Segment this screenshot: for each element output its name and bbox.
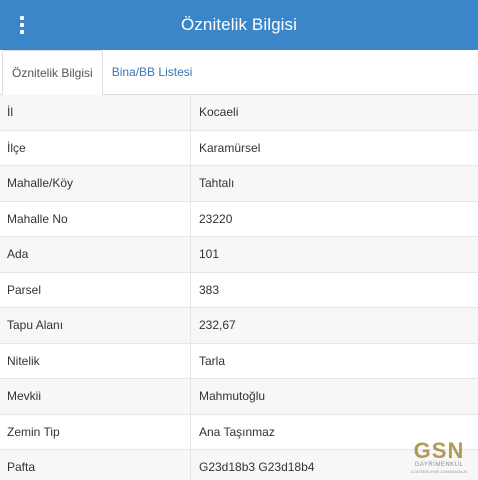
attribute-key: Mevkii	[0, 379, 191, 414]
table-row: Mahalle No 23220	[0, 201, 478, 237]
app-header: Öznitelik Bilgisi	[0, 0, 478, 50]
table-row: Tapu Alanı 232,67	[0, 308, 478, 344]
attribute-key: İl	[0, 95, 191, 130]
table-row: İl Kocaeli	[0, 95, 478, 131]
attribute-key: İlçe	[0, 130, 191, 165]
attribute-key: Tapu Alanı	[0, 308, 191, 343]
table-row: İlçe Karamürsel	[0, 130, 478, 166]
table-row: Mevkii Mahmutoğlu	[0, 379, 478, 415]
attribute-key: Zemin Tip	[0, 414, 191, 449]
attribute-key: Mahalle No	[0, 201, 191, 236]
table-row: Mahalle/Köy Tahtalı	[0, 166, 478, 202]
vertical-ellipsis-icon-dot	[20, 23, 24, 27]
tab-attribute-info[interactable]: Öznitelik Bilgisi	[2, 50, 103, 95]
menu-button[interactable]	[12, 11, 32, 39]
table-row: Ada 101	[0, 237, 478, 273]
attribute-value: Kocaeli	[199, 105, 239, 120]
attribute-value: Tarla	[199, 353, 226, 368]
attribute-value: Ana Taşınmaz	[199, 424, 275, 439]
attribute-key: Mahalle/Köy	[0, 166, 191, 201]
page-title: Öznitelik Bilgisi	[180, 15, 297, 34]
attribute-value: 383	[199, 282, 220, 297]
attribute-value: G23d18b3 G23d18b4	[199, 460, 315, 475]
tab-building-list[interactable]: Bina/BB Listesi	[103, 50, 202, 94]
attribute-value: 232,67	[199, 318, 236, 333]
table-row: Parsel 383	[0, 272, 478, 308]
attribute-value: Karamürsel	[199, 140, 261, 155]
attribute-key: Pafta	[0, 450, 191, 480]
attribute-value: 101	[199, 247, 220, 262]
vertical-ellipsis-icon-dot	[20, 30, 24, 34]
attribute-value: 23220	[199, 211, 233, 226]
attribute-key: Ada	[0, 237, 191, 272]
vertical-ellipsis-icon	[20, 16, 24, 20]
table-row: Pafta G23d18b3 G23d18b4	[0, 450, 478, 480]
table-row: Nitelik Tarla	[0, 343, 478, 379]
attribute-key: Parsel	[0, 272, 191, 307]
attribute-value: Tahtalı	[199, 176, 235, 191]
tab-bar: Öznitelik Bilgisi Bina/BB Listesi	[0, 50, 478, 95]
table-row: Zemin Tip Ana Taşınmaz	[0, 414, 478, 450]
attribute-value: Mahmutoğlu	[199, 389, 266, 404]
attribute-key: Nitelik	[0, 343, 191, 378]
attribute-table: İl Kocaeli İlçe Karamürsel Mahalle/Köy T…	[0, 95, 478, 480]
